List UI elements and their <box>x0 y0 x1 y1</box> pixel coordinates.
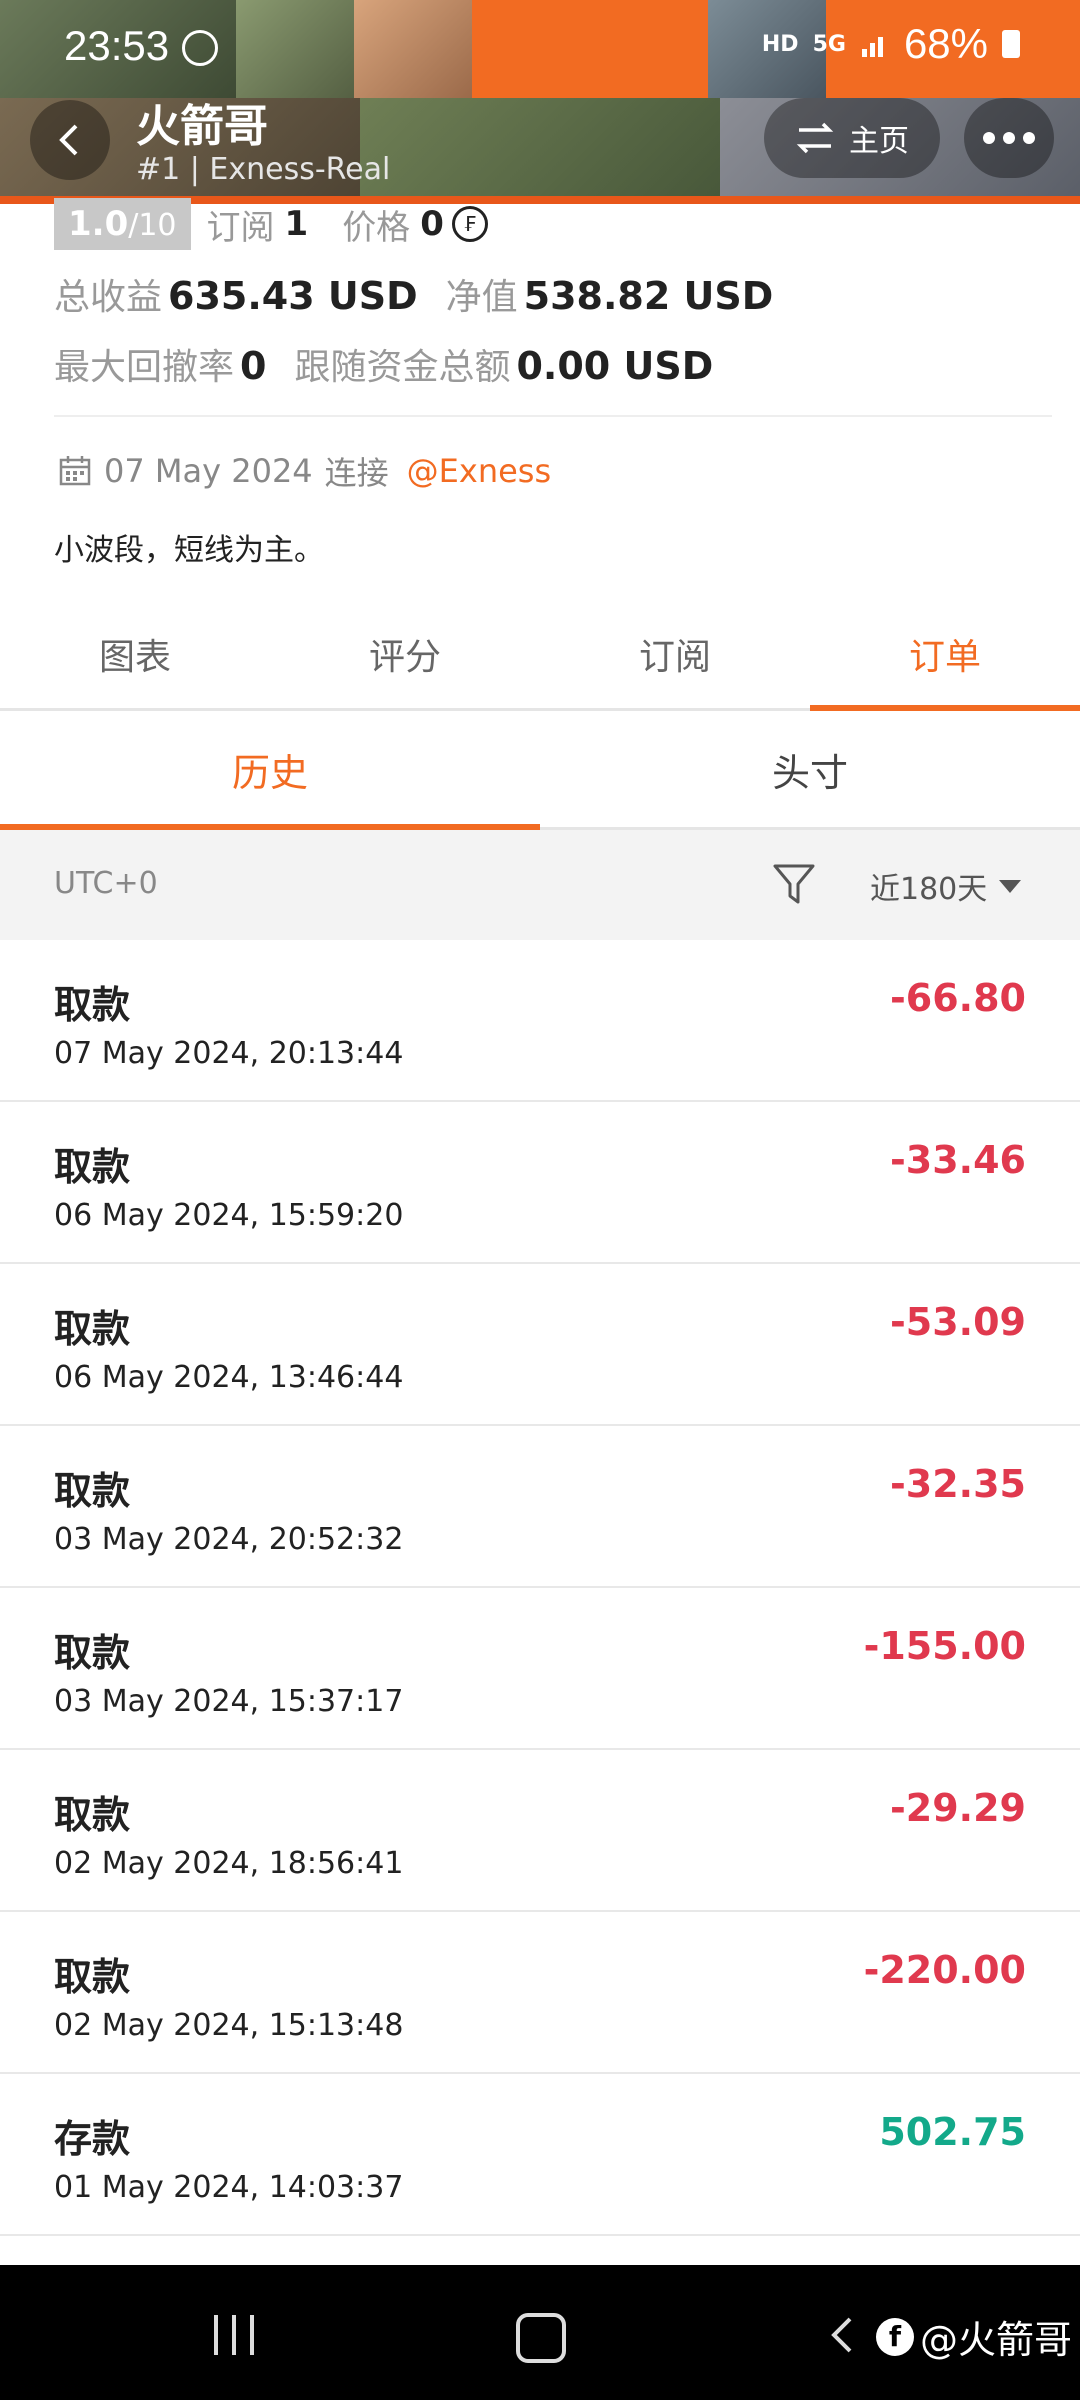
transaction-row[interactable]: 取款 02 May 2024, 18:56:41 -29.29 <box>0 1750 1080 1912</box>
coin-icon: ₣ <box>451 206 488 242</box>
transaction-amount: -66.80 <box>890 976 1026 1020</box>
transaction-row[interactable]: 取款 07 May 2024, 20:13:44 -66.80 <box>0 940 1080 1102</box>
transaction-amount: 502.75 <box>879 2110 1026 2154</box>
transaction-row[interactable]: 取款 03 May 2024, 15:37:17 -155.00 <box>0 1588 1080 1750</box>
system-nav-bar: f @火箭哥 <box>0 2265 1080 2400</box>
drawdown-line: 最大回撤率 0 跟随资金总额 0.00 USD <box>54 338 741 390</box>
main-tabs: 图表 评分 订阅 订单 <box>0 600 1080 711</box>
connect-info: 07 May 2024 连接 @Exness <box>58 448 551 494</box>
home-nav-button[interactable] <box>516 2313 566 2363</box>
banner-photo <box>360 98 720 196</box>
profit-line: 总收益 635.43 USD 净值 538.82 USD <box>54 268 801 320</box>
transaction-row[interactable]: 取款 06 May 2024, 13:46:44 -53.09 <box>0 1264 1080 1426</box>
transaction-amount: -32.35 <box>890 1462 1026 1506</box>
follow-funds-value: 0.00 USD <box>516 344 714 388</box>
transaction-type: 取款 <box>54 1631 131 1675</box>
subtab-history[interactable]: 历史 <box>0 711 540 830</box>
clock-icon <box>182 30 218 66</box>
status-bar: 23:53 HD 5G 68% <box>0 0 1080 92</box>
network-indicator: 5G <box>812 31 846 57</box>
recent-apps-button[interactable] <box>214 2315 254 2355</box>
page-title: 火箭哥 <box>136 101 268 152</box>
rating-badge: 1.0/10 <box>54 198 191 250</box>
timezone-label: UTC+0 <box>54 866 158 901</box>
connect-date: 07 May 2024 <box>104 452 313 490</box>
home-button-label: 主页 <box>849 124 909 159</box>
tab-chart[interactable]: 图表 <box>0 600 270 708</box>
battery-icon <box>1002 30 1020 58</box>
back-nav-button[interactable] <box>826 2315 856 2355</box>
account-subtitle: #1 | Exness-Real <box>136 152 391 187</box>
max-drawdown-value: 0 <box>240 344 267 388</box>
transaction-datetime: 01 May 2024, 14:03:37 <box>54 2170 404 2205</box>
back-button[interactable] <box>30 100 110 180</box>
status-icons: HD 5G 68% <box>762 20 1020 68</box>
total-profit-value: 635.43 USD <box>168 274 418 318</box>
filter-icon[interactable] <box>772 860 816 908</box>
transaction-amount: -155.00 <box>863 1624 1026 1668</box>
period-dropdown[interactable]: 近180天 <box>870 864 1022 908</box>
subtab-positions[interactable]: 头寸 <box>540 711 1080 827</box>
total-profit-label: 总收益 <box>54 277 163 318</box>
watermark: f @火箭哥 <box>876 2309 1072 2364</box>
transaction-datetime: 02 May 2024, 15:13:48 <box>54 2008 404 2043</box>
signal-icon <box>861 37 883 57</box>
swap-icon <box>796 122 834 154</box>
status-time: 23:53 <box>64 22 170 69</box>
max-drawdown-label: 最大回撤率 <box>54 347 235 388</box>
transaction-datetime: 03 May 2024, 20:52:32 <box>54 1522 404 1557</box>
more-button[interactable] <box>964 98 1054 178</box>
subscribe-label: 订阅 <box>206 207 275 248</box>
divider <box>54 415 1052 417</box>
order-subtabs: 历史 头寸 <box>0 711 1080 830</box>
transaction-row[interactable]: 取款 03 May 2024, 20:52:32 -32.35 <box>0 1426 1080 1588</box>
transaction-datetime: 03 May 2024, 15:37:17 <box>54 1684 404 1719</box>
transaction-row[interactable]: 存款 01 May 2024, 14:03:37 502.75 <box>0 2074 1080 2236</box>
more-dot-icon <box>1003 132 1015 144</box>
price-value: 0 <box>420 204 444 244</box>
price-label: 价格 <box>342 207 411 248</box>
subscribe-value: 1 <box>284 204 309 244</box>
transaction-row[interactable]: 取款 02 May 2024, 15:13:48 -220.00 <box>0 1912 1080 2074</box>
battery-percent: 68% <box>903 20 988 67</box>
tab-rating[interactable]: 评分 <box>270 600 540 708</box>
transaction-type: 取款 <box>54 1307 131 1351</box>
rating-line: 1.0/10 订阅 1 价格 0 ₣ <box>54 198 488 250</box>
more-dot-icon <box>1023 132 1035 144</box>
chevron-left-icon <box>59 124 78 156</box>
transaction-type: 取款 <box>54 1145 131 1189</box>
transaction-amount: -53.09 <box>890 1300 1026 1344</box>
connect-text: 连接 <box>324 454 389 492</box>
calendar-icon <box>59 456 91 486</box>
transaction-amount: -29.29 <box>890 1786 1026 1830</box>
transaction-type: 取款 <box>54 1469 131 1513</box>
period-label: 近180天 <box>870 872 988 907</box>
equity-label: 净值 <box>445 277 518 318</box>
broker-link[interactable]: @Exness <box>407 452 551 490</box>
transaction-list: 取款 07 May 2024, 20:13:44 -66.80 取款 06 May 20… <box>0 940 1080 2236</box>
transaction-type: 存款 <box>54 2117 131 2161</box>
transaction-type: 取款 <box>54 1955 131 1999</box>
more-dot-icon <box>983 132 995 144</box>
transaction-datetime: 07 May 2024, 20:13:44 <box>54 1036 404 1071</box>
follow-funds-label: 跟随资金总额 <box>294 347 511 388</box>
equity-value: 538.82 USD <box>523 274 774 318</box>
transaction-row[interactable]: 取款 06 May 2024, 15:59:20 -33.46 <box>0 1102 1080 1264</box>
filter-bar: UTC+0 近180天 <box>0 830 1080 940</box>
home-button[interactable]: 主页 <box>764 98 940 178</box>
transaction-datetime: 06 May 2024, 15:59:20 <box>54 1198 404 1233</box>
strategy-description: 小波段，短线为主。 <box>54 533 324 568</box>
hd-indicator: HD <box>761 31 799 57</box>
transaction-type: 取款 <box>54 1793 131 1837</box>
caret-down-icon <box>999 879 1022 893</box>
transaction-datetime: 06 May 2024, 13:46:44 <box>54 1360 404 1395</box>
watermark-text: @火箭哥 <box>920 2318 1073 2362</box>
transaction-type: 取款 <box>54 983 131 1027</box>
tab-orders[interactable]: 订单 <box>810 600 1080 711</box>
transaction-amount: -33.46 <box>890 1138 1026 1182</box>
facebook-icon: f <box>876 2317 914 2356</box>
transaction-datetime: 02 May 2024, 18:56:41 <box>54 1846 404 1881</box>
tab-subscription[interactable]: 订阅 <box>540 600 810 708</box>
transaction-amount: -220.00 <box>863 1948 1026 1992</box>
